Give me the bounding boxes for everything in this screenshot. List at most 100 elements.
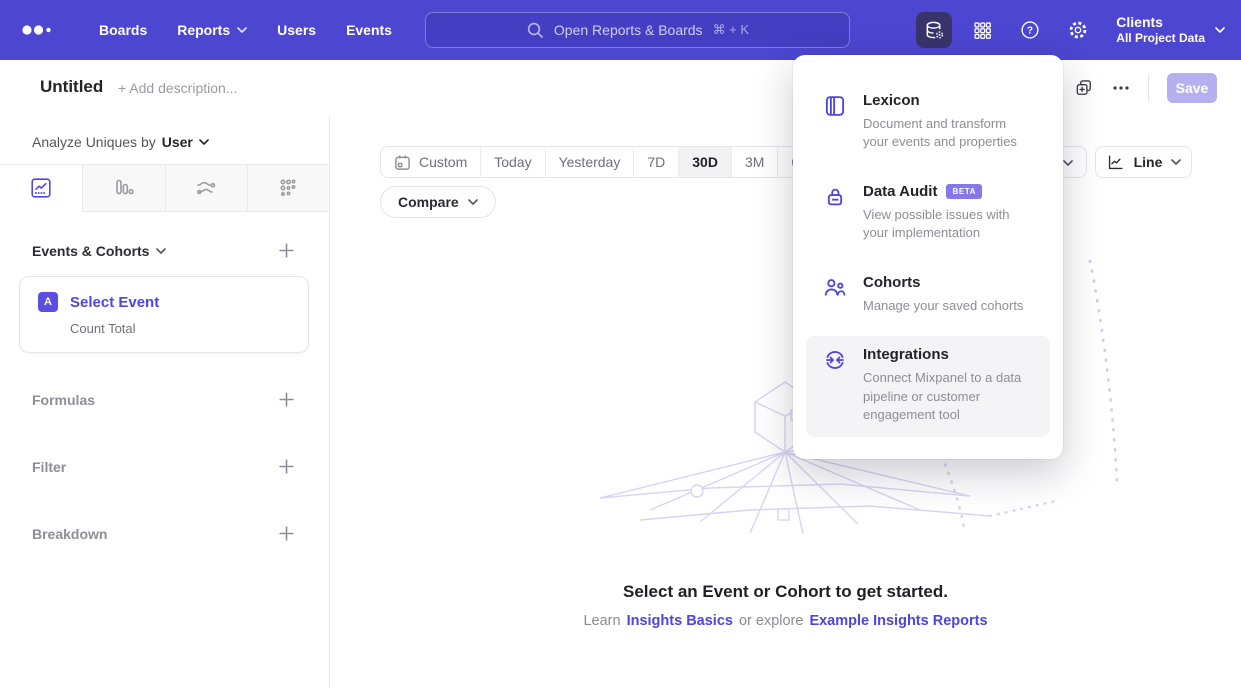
project-name: Clients (1116, 13, 1205, 31)
events-cohorts-label: Events & Cohorts (32, 243, 149, 259)
apps-grid-icon (972, 20, 993, 41)
chevron-down-icon (468, 199, 478, 205)
calendar-icon (394, 154, 411, 171)
range-label: Yesterday (559, 154, 621, 170)
chevron-down-icon (1215, 27, 1225, 33)
tab-line-chart[interactable] (0, 165, 82, 212)
add-formula-button[interactable] (278, 391, 295, 408)
nav-item-boards[interactable]: Boards (84, 0, 162, 60)
event-row-a[interactable]: A Select Event Count Total (19, 276, 309, 353)
ellipsis-icon (1112, 79, 1130, 97)
menu-item-cohorts[interactable]: Cohorts Manage your saved cohorts (806, 264, 1050, 327)
range-label: 3M (745, 154, 764, 170)
example-reports-link[interactable]: Example Insights Reports (809, 613, 987, 629)
menu-item-description: Document and transform your events and p… (863, 115, 1034, 152)
report-description-input[interactable]: + Add description... (118, 80, 237, 96)
tab-metrics[interactable] (247, 165, 329, 211)
cohorts-people-icon (822, 275, 848, 301)
range-7d[interactable]: 7D (633, 147, 678, 177)
apps-grid-button[interactable] (964, 12, 1000, 48)
data-audit-icon (822, 184, 848, 210)
nav-item-users[interactable]: Users (262, 0, 331, 60)
explore-middle: or explore (739, 613, 803, 629)
beta-badge: BETA (946, 184, 982, 199)
tab-flow[interactable] (165, 165, 247, 211)
menu-item-description: Manage your saved cohorts (863, 297, 1023, 315)
menu-item-title: Lexicon (863, 92, 920, 109)
date-range-control: Custom Today Yesterday 7D 30D 3M 6M (380, 146, 825, 178)
settings-button[interactable] (1060, 12, 1096, 48)
range-label: Today (494, 154, 531, 170)
plus-icon (278, 391, 295, 408)
svg-text:?: ? (1027, 26, 1033, 37)
event-aggregation[interactable]: Count Total (70, 321, 290, 336)
select-event-button[interactable]: Select Event (70, 294, 159, 311)
compare-button[interactable]: Compare (380, 186, 496, 218)
tab-bar-chart[interactable] (82, 165, 164, 211)
range-30d[interactable]: 30D (678, 147, 731, 177)
add-event-button[interactable] (278, 242, 295, 259)
chevron-down-icon (1171, 159, 1181, 165)
mixpanel-logo[interactable] (22, 21, 54, 39)
range-label: Custom (419, 154, 467, 170)
chevron-down-icon (237, 27, 247, 33)
report-canvas: Custom Today Yesterday 7D 30D 3M 6M Comp… (330, 116, 1241, 688)
plus-icon (278, 458, 295, 475)
menu-item-description: Connect Mixpanel to a data pipeline or c… (863, 369, 1034, 424)
menu-item-integrations[interactable]: Integrations Connect Mixpanel to a data … (806, 336, 1050, 436)
range-label: 30D (692, 154, 718, 170)
empty-state-heading: Select an Event or Cohort to get started… (330, 582, 1241, 602)
mixpanel-app: Boards Reports Users Events Open Reports… (0, 0, 1241, 688)
insights-basics-link[interactable]: Insights Basics (627, 613, 733, 629)
empty-state-subtext: LearnInsights Basicsor exploreExample In… (330, 613, 1241, 629)
gear-icon (1067, 19, 1089, 41)
add-breakdown-button[interactable] (278, 525, 295, 542)
menu-item-title: Data Audit (863, 183, 937, 200)
menu-item-description: View possible issues with your implement… (863, 206, 1034, 243)
event-letter-badge: A (38, 292, 58, 312)
range-label: 7D (647, 154, 665, 170)
add-filter-button[interactable] (278, 458, 295, 475)
database-gear-icon (923, 19, 946, 42)
nav-item-label: Users (277, 22, 316, 38)
duplicate-report-button[interactable] (1074, 78, 1094, 98)
project-switcher[interactable]: Clients All Project Data (1116, 13, 1225, 47)
metrics-grid-icon (276, 176, 300, 200)
line-chart-icon (29, 176, 53, 200)
search-icon (526, 21, 544, 39)
menu-item-lexicon[interactable]: Lexicon Document and transform your even… (806, 82, 1050, 164)
top-nav: Boards Reports Users Events Open Reports… (0, 0, 1241, 60)
chart-style-dropdown[interactable]: Line (1095, 146, 1192, 178)
query-builder-sidebar: Analyze Uniques by User (0, 116, 330, 688)
events-cohorts-header[interactable]: Events & Cohorts (32, 243, 166, 259)
save-button[interactable]: Save (1167, 73, 1217, 103)
help-button[interactable]: ? (1012, 12, 1048, 48)
chevron-down-icon (199, 139, 209, 145)
data-management-button[interactable] (916, 12, 952, 48)
bar-chart-icon (112, 176, 136, 200)
more-options-button[interactable] (1112, 79, 1130, 97)
menu-item-title: Cohorts (863, 274, 921, 291)
range-yesterday[interactable]: Yesterday (545, 147, 634, 177)
chevron-down-icon (156, 248, 166, 254)
duplicate-icon (1074, 78, 1094, 98)
report-title[interactable]: Untitled (40, 77, 103, 97)
data-management-menu: Lexicon Document and transform your even… (793, 55, 1063, 459)
range-3m[interactable]: 3M (731, 147, 777, 177)
global-search-input[interactable]: Open Reports & Boards ⌘ + K (425, 12, 850, 48)
menu-item-data-audit[interactable]: Data Audit BETA View possible issues wit… (806, 173, 1050, 255)
nav-item-label: Events (346, 22, 392, 38)
line-chart-icon (1106, 153, 1125, 172)
nav-item-reports[interactable]: Reports (162, 0, 262, 60)
analyze-value: User (162, 134, 193, 150)
analyze-by-dropdown[interactable]: User (162, 134, 209, 150)
range-custom[interactable]: Custom (381, 147, 480, 177)
chevron-down-icon (1063, 160, 1073, 166)
flow-icon (194, 176, 218, 200)
filter-label: Filter (32, 459, 66, 475)
compare-label: Compare (398, 194, 459, 210)
integrations-sync-icon (822, 347, 848, 373)
menu-item-title: Integrations (863, 346, 949, 363)
range-today[interactable]: Today (480, 147, 544, 177)
nav-item-events[interactable]: Events (331, 0, 407, 60)
